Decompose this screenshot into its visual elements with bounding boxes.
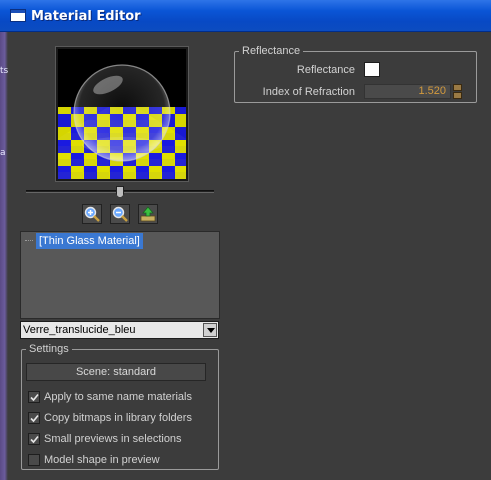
material-dropdown[interactable]: Verre_translucide_bleu <box>20 321 219 339</box>
window-title: Material Editor <box>31 9 141 24</box>
settings-option[interactable]: Model shape in preview <box>28 453 160 467</box>
settings-option[interactable]: Apply to same name materials <box>28 390 192 404</box>
slider-thumb[interactable] <box>116 186 124 198</box>
option-label: Copy bitmaps in library folders <box>44 412 192 424</box>
reflectance-legend: Reflectance <box>239 44 304 58</box>
option-checkbox[interactable] <box>28 412 40 424</box>
settings-legend: Settings <box>26 342 72 356</box>
desktop-edge-glyph: a <box>0 148 6 158</box>
ior-spinner[interactable] <box>453 84 462 99</box>
material-dropdown-value: Verre_translucide_bleu <box>23 324 136 336</box>
option-checkbox[interactable] <box>28 433 40 445</box>
desktop-edge: ts a <box>0 0 8 480</box>
checkmark-icon <box>29 414 39 422</box>
zoom-out-icon <box>112 206 128 222</box>
ior-field[interactable]: 1.520 <box>364 84 451 99</box>
glass-sphere-preview <box>58 49 186 179</box>
window-icon <box>10 9 26 22</box>
tree-connector <box>25 240 33 241</box>
material-preview[interactable] <box>55 46 189 182</box>
checkmark-icon <box>29 393 39 401</box>
option-checkbox[interactable] <box>28 454 40 466</box>
preview-zoom-slider[interactable] <box>26 186 214 198</box>
zoom-in-icon <box>84 206 100 222</box>
zoom-in-button[interactable] <box>82 204 102 224</box>
spinner-up-icon[interactable] <box>453 84 462 91</box>
ior-label: Index of Refraction <box>262 86 355 98</box>
settings-option[interactable]: Copy bitmaps in library folders <box>28 411 192 425</box>
export-button[interactable] <box>138 204 158 224</box>
option-label: Small previews in selections <box>44 433 182 445</box>
reflectance-color-swatch[interactable] <box>364 62 380 77</box>
export-icon <box>140 206 156 222</box>
settings-option[interactable]: Small previews in selections <box>28 432 182 446</box>
settings-group: Settings Scene: standard Apply to same n… <box>21 342 219 470</box>
reflectance-group: Reflectance Reflectance Index of Refract… <box>234 44 477 103</box>
reflectance-label: Reflectance <box>296 64 355 76</box>
tree-item-selected[interactable]: [Thin Glass Material] <box>36 233 143 249</box>
zoom-out-button[interactable] <box>110 204 130 224</box>
spinner-down-icon[interactable] <box>453 92 462 99</box>
material-tree[interactable]: [Thin Glass Material] <box>20 231 220 319</box>
option-label: Apply to same name materials <box>44 391 192 403</box>
checkmark-icon <box>29 435 39 443</box>
scene-button[interactable]: Scene: standard <box>26 363 206 381</box>
option-checkbox[interactable] <box>28 391 40 403</box>
option-label: Model shape in preview <box>44 454 160 466</box>
chevron-down-icon[interactable] <box>203 323 217 337</box>
title-bar[interactable]: Material Editor <box>0 0 491 32</box>
desktop-edge-glyph: ts <box>0 66 9 76</box>
